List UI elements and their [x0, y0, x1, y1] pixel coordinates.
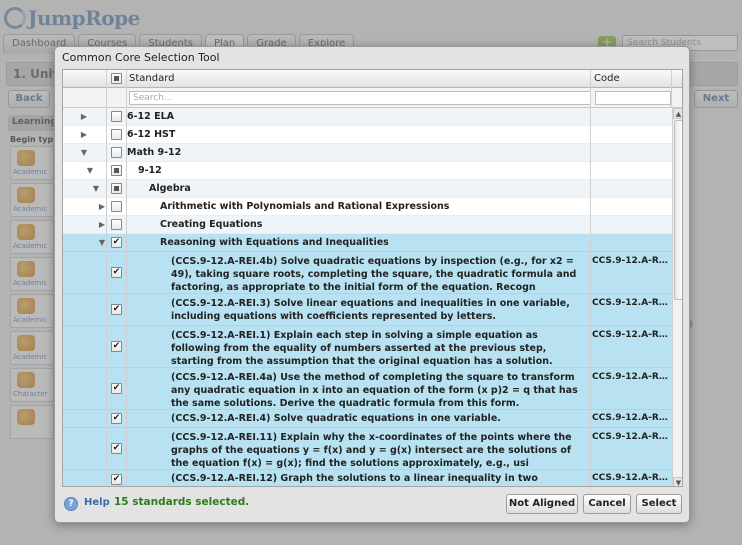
standard-checkbox[interactable]: ✔: [111, 237, 122, 248]
standard-checkbox[interactable]: ✔: [111, 474, 122, 485]
column-divider: [590, 70, 591, 486]
scroll-thumb[interactable]: [674, 120, 682, 300]
standard-text: (CCS.9-12.A-REI.4) Solve quadratic equat…: [171, 413, 501, 424]
standard-row[interactable]: ▼ Math 9-12: [63, 144, 672, 162]
standard-checkbox[interactable]: ✔: [111, 443, 122, 454]
modal-title: Common Core Selection Tool: [62, 51, 220, 64]
standard-checkbox[interactable]: [111, 147, 122, 158]
standard-checkbox[interactable]: ✔: [111, 304, 122, 315]
standard-text: (CCS.9-12.A-REI.12) Graph the solutions …: [171, 473, 538, 484]
collapsed-arrow-icon[interactable]: ▶: [79, 130, 89, 140]
code-search-input[interactable]: [595, 91, 671, 105]
standard-checkbox[interactable]: ✔: [111, 341, 122, 352]
standard-row[interactable]: ▶ 6-12 HST: [63, 126, 672, 144]
grid-scrollbar[interactable]: ▲ ▼: [672, 108, 682, 486]
standard-row[interactable]: ✔ (CCS.9-12.A-REI.11) Explain why the x-c…: [63, 428, 672, 470]
column-divider: [106, 70, 107, 486]
standard-text: (CCS.9-12.A-REI.4b) Solve quadratic equa…: [171, 256, 577, 293]
standard-text: 6-12 ELA: [127, 111, 174, 122]
expanded-arrow-icon[interactable]: ▼: [79, 148, 89, 158]
standard-checkbox[interactable]: [111, 201, 122, 212]
standard-row[interactable]: ▶ Creating Equations: [63, 216, 672, 234]
not-aligned-button[interactable]: Not Aligned: [506, 494, 578, 514]
standard-code: CCS.9-12.A-REI....: [592, 473, 670, 483]
expanded-arrow-icon[interactable]: ▼: [91, 184, 101, 194]
standard-text: Math 9-12: [127, 147, 182, 158]
standard-code: CCS.9-12.A-REI....: [592, 372, 670, 382]
standard-code: CCS.9-12.A-REI....: [592, 432, 670, 442]
standard-row[interactable]: ✔ (CCS.9-12.A-REI.4) Solve quadratic equa…: [63, 410, 672, 428]
standard-row[interactable]: ✔ (CCS.9-12.A-REI.3) Solve linear equatio…: [63, 294, 672, 326]
standard-row[interactable]: ▼ Algebra: [63, 180, 672, 198]
selection-count: 15 standards selected.: [114, 496, 250, 508]
standard-checkbox[interactable]: [111, 129, 122, 140]
standard-checkbox[interactable]: [111, 111, 122, 122]
help-link[interactable]: Help: [84, 497, 110, 508]
standard-row[interactable]: ✔ (CCS.9-12.A-REI.4a) Use the method of c…: [63, 368, 672, 410]
standard-text: Reasoning with Equations and Inequalitie…: [160, 237, 389, 248]
help-icon[interactable]: ?: [64, 497, 78, 511]
cancel-button[interactable]: Cancel: [583, 494, 631, 514]
column-divider: [671, 70, 672, 108]
column-header-standard[interactable]: Standard: [129, 73, 175, 84]
standard-checkbox[interactable]: ✔: [111, 413, 122, 424]
column-header-code[interactable]: Code: [594, 73, 620, 84]
select-button[interactable]: Select: [636, 494, 682, 514]
standard-checkbox[interactable]: [111, 183, 122, 194]
standard-text: Algebra: [149, 183, 191, 194]
standard-text: 6-12 HST: [127, 129, 176, 140]
standard-text: 9-12: [138, 165, 162, 176]
standard-row[interactable]: ✔ (CCS.9-12.A-REI.4b) Solve quadratic equ…: [63, 252, 672, 294]
standard-text: Arithmetic with Polynomials and Rational…: [160, 201, 450, 212]
standard-row[interactable]: ▼ ✔ Reasoning with Equations and Inequalit…: [63, 234, 672, 252]
standard-row[interactable]: ▶ Arithmetic with Polynomials and Rationa…: [63, 198, 672, 216]
standard-code: CCS.9-12.A-REI.3: [592, 298, 670, 308]
scroll-down-icon[interactable]: ▼: [673, 477, 682, 486]
standards-rows: ▶ 6-12 ELA ▶ 6-12 HST ▼ Math 9-12 ▼ 9-12 ▼ Algebr…: [63, 108, 672, 486]
standard-checkbox[interactable]: [111, 165, 122, 176]
standard-code: CCS.9-12.A-REI....: [592, 256, 670, 266]
standard-code: CCS.9-12.A-REI.1: [592, 330, 670, 340]
standard-text: (CCS.9-12.A-REI.4a) Use the method of co…: [171, 372, 578, 409]
standard-code: CCS.9-12.A-REI.4: [592, 413, 670, 423]
expanded-arrow-icon[interactable]: ▼: [85, 166, 95, 176]
standards-grid: Standard Code Search... ▶ 6-12 ELA ▶ 6-12 H…: [62, 69, 683, 487]
standard-text: (CCS.9-12.A-REI.11) Explain why the x-co…: [171, 432, 572, 469]
standard-search-input[interactable]: Search...: [129, 91, 591, 105]
column-divider: [126, 70, 127, 486]
standard-checkbox[interactable]: ✔: [111, 267, 122, 278]
standard-text: Creating Equations: [160, 219, 263, 230]
standard-row[interactable]: ▶ 6-12 ELA: [63, 108, 672, 126]
standard-checkbox[interactable]: [111, 219, 122, 230]
modal-footer: ? Help 15 standards selected. Not Aligne…: [62, 493, 683, 517]
standard-row[interactable]: ▼ 9-12: [63, 162, 672, 180]
collapsed-arrow-icon[interactable]: ▶: [79, 112, 89, 122]
standard-checkbox[interactable]: ✔: [111, 383, 122, 394]
common-core-modal: Common Core Selection Tool Standard Code…: [54, 46, 690, 523]
scroll-up-icon[interactable]: ▲: [673, 108, 682, 119]
standard-row[interactable]: ✔ (CCS.9-12.A-REI.1) Explain each step in…: [63, 326, 672, 380]
standard-text: (CCS.9-12.A-REI.3) Solve linear equation…: [171, 298, 570, 322]
standard-row[interactable]: ✔ (CCS.9-12.A-REI.12) Graph the solutions…: [63, 470, 672, 486]
select-all-checkbox[interactable]: [111, 73, 122, 84]
